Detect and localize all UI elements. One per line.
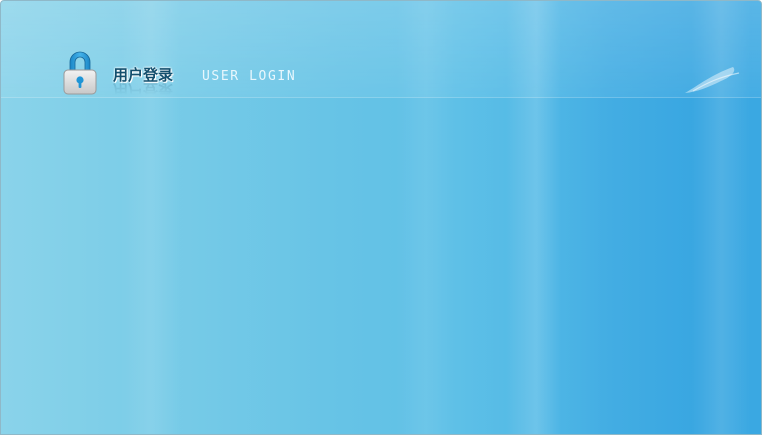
login-title-en: USER LOGIN (202, 69, 297, 84)
login-header: 用户登录 用户登录 USER LOGIN (1, 1, 761, 99)
user-login-panel: 用户登录 用户登录 USER LOGIN (0, 0, 762, 435)
lock-icon (63, 51, 97, 95)
login-title-reflection: 用户登录 (113, 81, 174, 99)
glare-decoration (685, 67, 740, 93)
